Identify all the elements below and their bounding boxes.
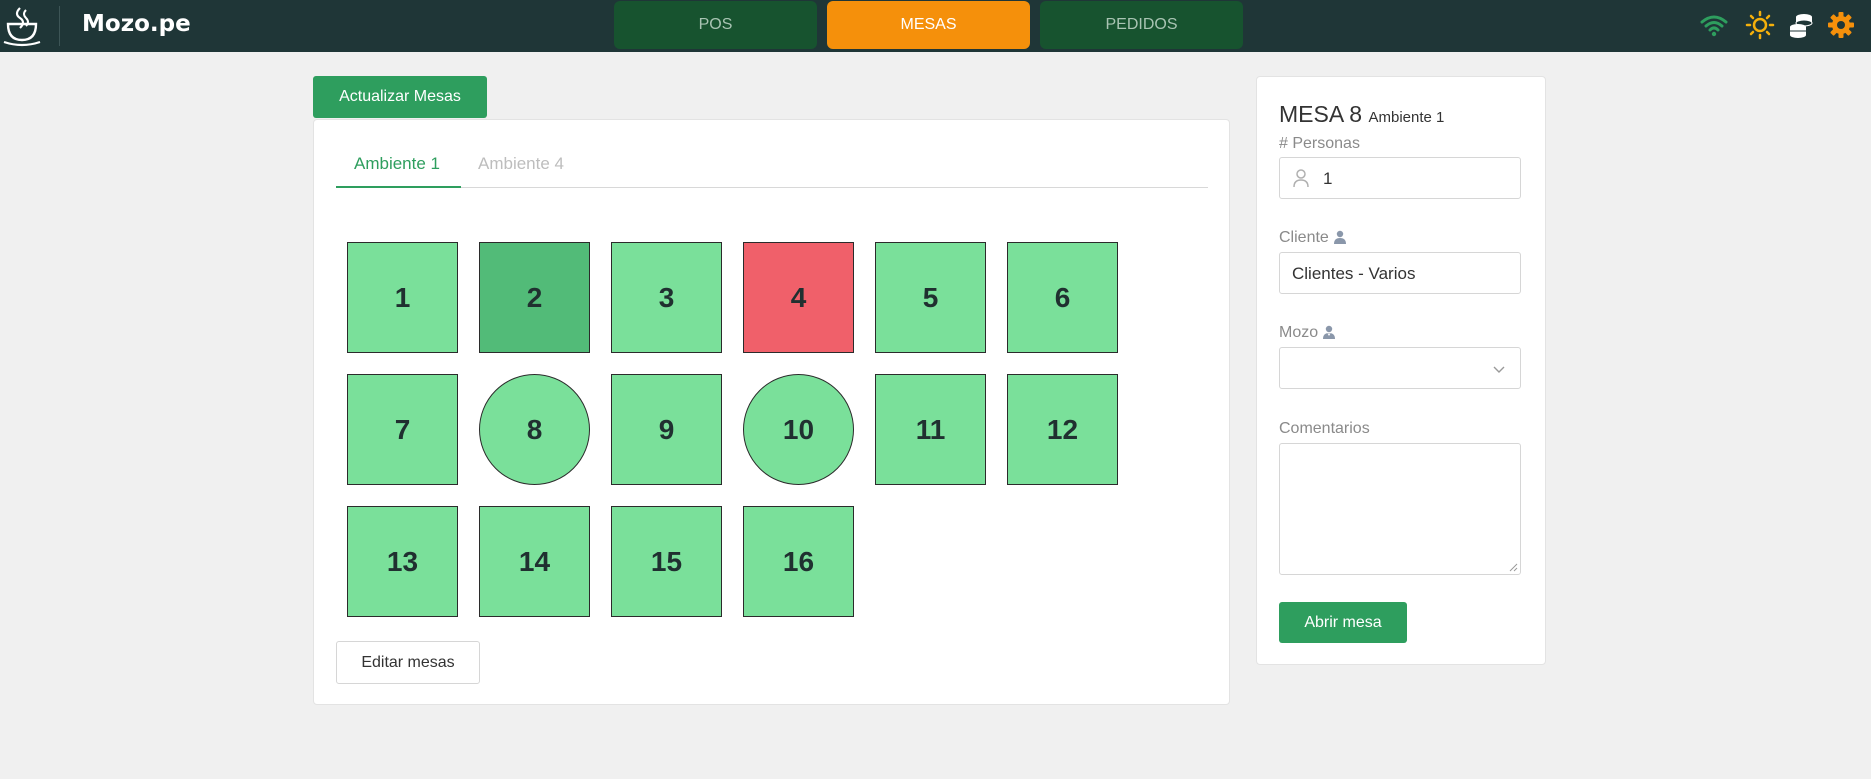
nav-tab-mesas[interactable]: MESAS [827,1,1030,49]
table-name: MESA 8 [1279,101,1363,127]
cliente-value: Clientes - Varios [1292,264,1416,283]
comentarios-label: Comentarios [1279,420,1370,437]
tab-ambiente-4[interactable]: Ambiente 4 [478,152,564,188]
resize-handle-icon[interactable] [1508,562,1518,572]
comentarios-textarea[interactable] [1279,443,1521,575]
panel-title: MESA 8 Ambiente 1 [1279,101,1444,128]
coins-icon[interactable] [1786,10,1816,40]
gear-icon[interactable] [1826,10,1856,40]
table-detail-panel: MESA 8 Ambiente 1 # Personas 1 Cliente C… [1256,76,1546,665]
update-tables-button[interactable]: Actualizar Mesas [313,76,487,118]
table-14[interactable]: 14 [479,506,590,617]
user-icon [1333,230,1346,244]
table-2[interactable]: 2 [479,242,590,353]
cliente-label-text: Cliente [1279,229,1329,246]
table-11[interactable]: 11 [875,374,986,485]
table-13[interactable]: 13 [347,506,458,617]
open-table-button[interactable]: Abrir mesa [1279,602,1407,643]
table-7[interactable]: 7 [347,374,458,485]
logo-icon[interactable] [2,2,42,48]
table-10[interactable]: 10 [743,374,854,485]
table-5[interactable]: 5 [875,242,986,353]
table-9[interactable]: 9 [611,374,722,485]
wifi-icon[interactable] [1699,10,1729,40]
table-environment: Ambiente 1 [1368,109,1445,126]
sun-icon[interactable] [1745,10,1775,40]
tables-card: Ambiente 1 Ambiente 4 1 2 3 4 5 6 7 8 9 10 11 12 13 1… [313,119,1230,705]
table-15[interactable]: 15 [611,506,722,617]
brand-name[interactable]: Mozo.pe [82,11,191,37]
environment-tabs: Ambiente 1 Ambiente 4 [336,152,1208,188]
table-3[interactable]: 3 [611,242,722,353]
top-bar: Mozo.pe POS MESAS PEDIDOS [0,0,1871,52]
nav-tab-pos[interactable]: POS [614,1,817,49]
tab-ambiente-1[interactable]: Ambiente 1 [336,152,461,188]
table-1[interactable]: 1 [347,242,458,353]
table-12[interactable]: 12 [1007,374,1118,485]
table-6[interactable]: 6 [1007,242,1118,353]
cliente-input[interactable]: Clientes - Varios [1279,252,1521,294]
table-16[interactable]: 16 [743,506,854,617]
edit-tables-button[interactable]: Editar mesas [336,641,480,684]
waiter-icon [1323,325,1336,339]
personas-label: # Personas [1279,135,1360,152]
logo-divider [59,6,60,46]
chevron-down-icon [1493,366,1505,373]
person-icon [1293,169,1309,188]
mozo-select[interactable] [1279,347,1521,389]
nav-tab-pedidos[interactable]: PEDIDOS [1040,1,1243,49]
cliente-label: Cliente [1279,229,1347,247]
mozo-label: Mozo [1279,324,1336,342]
mozo-label-text: Mozo [1279,324,1319,341]
table-8[interactable]: 8 [479,374,590,485]
personas-input[interactable]: 1 [1279,157,1521,199]
personas-value: 1 [1323,169,1333,188]
table-4[interactable]: 4 [743,242,854,353]
